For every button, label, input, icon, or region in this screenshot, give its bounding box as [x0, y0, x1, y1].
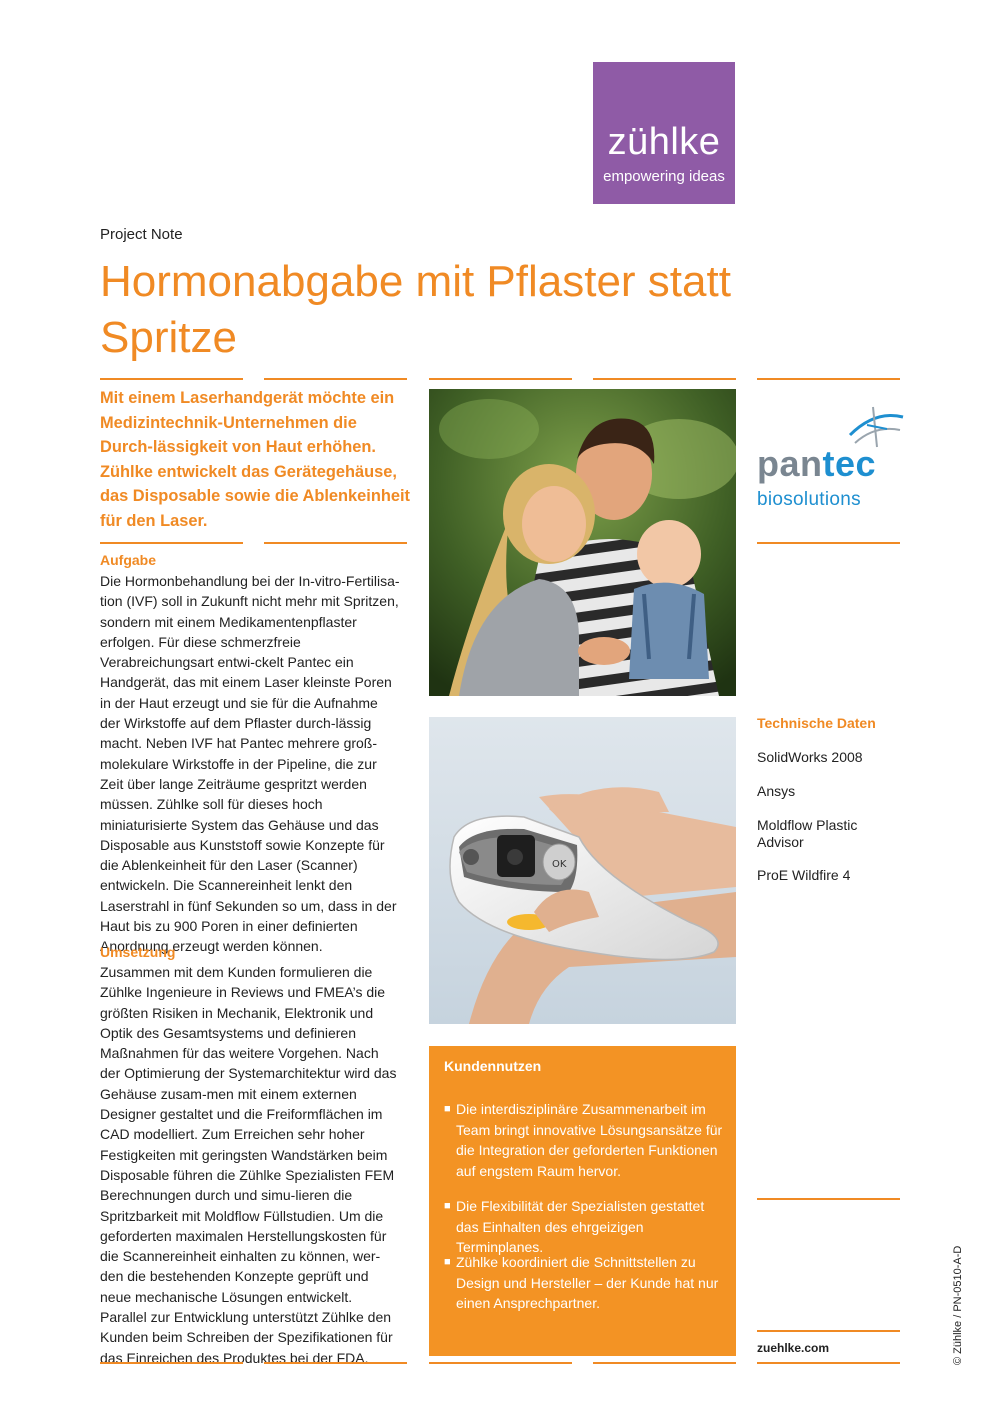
bullet-icon: ■	[444, 1200, 451, 1212]
aufgabe-text: Die Hormonbehandlung bei der In-vitro-Fe…	[100, 573, 400, 955]
pantec-logo: pantec biosolutions	[757, 405, 904, 515]
document-title: Hormonabgabe mit Pflaster statt Spritze	[100, 257, 731, 362]
device-ok-label: OK	[552, 859, 567, 870]
divider	[757, 542, 900, 544]
divider	[264, 542, 407, 544]
device-photo: OK	[429, 717, 736, 1024]
family-photo	[429, 389, 736, 696]
tech-item: Moldflow Plastic Advisor	[757, 817, 858, 850]
tech-item: ProE Wildfire 4	[757, 867, 851, 883]
benefit-text: Die interdisziplinäre Zusammenarbeit im …	[456, 1101, 723, 1179]
logo-brand: zühlke	[607, 121, 721, 163]
benefits-heading: Kundennutzen	[444, 1058, 542, 1074]
divider	[100, 1362, 243, 1364]
copyright-notice: © Zühlke / PN-0510-A-D	[952, 1245, 964, 1365]
divider	[429, 378, 572, 380]
umsetzung-heading: Umsetzung	[100, 944, 176, 960]
zuehlke-logo: zühlke empowering ideas	[593, 62, 735, 204]
divider	[264, 1362, 407, 1364]
divider	[757, 1330, 900, 1332]
divider	[429, 1362, 572, 1364]
divider	[593, 378, 736, 380]
divider	[100, 378, 243, 380]
logo-tagline: empowering ideas	[603, 168, 725, 185]
benefits-box: Kundennutzen ■ Die interdisziplinäre Zus…	[429, 1046, 736, 1356]
document-kicker: Project Note	[100, 226, 183, 243]
lead-paragraph: Mit einem Laserhandgerät möchte ein Medi…	[100, 389, 410, 530]
tech-item: Ansys	[757, 783, 796, 799]
umsetzung-text: Zusammen mit dem Kunden formulieren die …	[100, 964, 397, 1366]
pantec-subline: biosolutions	[757, 489, 861, 510]
aufgabe-heading: Aufgabe	[100, 552, 156, 568]
benefit-item: ■ Die interdisziplinäre Zusammenarbeit i…	[444, 1099, 724, 1181]
pantec-wordmark: pantec	[757, 443, 876, 485]
benefit-text: Zühlke koordiniert die Schnittstellen zu…	[456, 1254, 719, 1311]
benefit-item: ■ Die Flexibilität der Spezialisten gest…	[444, 1196, 724, 1258]
tech-item: SolidWorks 2008	[757, 749, 863, 765]
divider	[593, 1362, 736, 1364]
tech-heading: Technische Daten	[757, 715, 876, 731]
pantec-part1: pan	[757, 443, 823, 484]
divider	[264, 378, 407, 380]
divider	[757, 378, 900, 380]
divider	[757, 1362, 900, 1364]
bullet-icon: ■	[444, 1103, 451, 1115]
pantec-part2: tec	[822, 443, 877, 484]
divider	[757, 1198, 900, 1200]
bullet-icon: ■	[444, 1256, 451, 1268]
benefit-item: ■ Zühlke koordiniert die Schnittstellen …	[444, 1252, 724, 1314]
benefit-text: Die Flexibilität der Spezialisten gestat…	[456, 1198, 705, 1255]
divider	[100, 542, 243, 544]
website-link[interactable]: zuehlke.com	[757, 1341, 829, 1355]
